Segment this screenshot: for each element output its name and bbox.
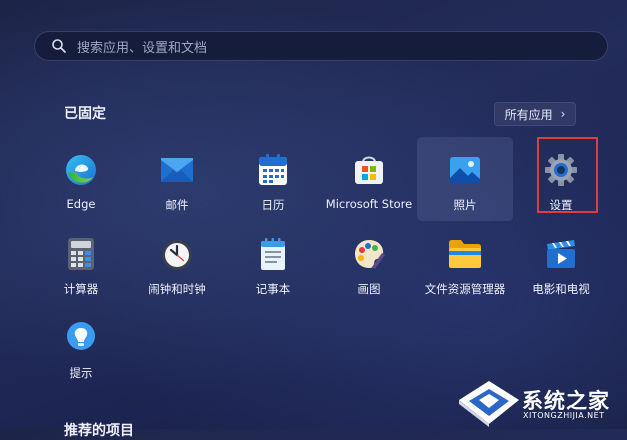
app-tile-edge[interactable]: Edge — [33, 142, 129, 226]
search-box[interactable]: 搜索应用、设置和文档 — [34, 31, 608, 61]
app-label: 记事本 — [255, 282, 291, 296]
notepad-icon — [255, 236, 291, 272]
movies-icon — [543, 236, 579, 272]
all-apps-button[interactable]: 所有应用 › — [494, 102, 576, 126]
clock-icon — [159, 236, 195, 272]
search-icon — [51, 38, 67, 54]
paint-icon — [351, 236, 387, 272]
folder-icon — [447, 236, 483, 272]
calculator-icon — [63, 236, 99, 272]
app-tile-calendar[interactable]: 日历 — [225, 142, 321, 226]
app-tile-clock[interactable]: 闹钟和时钟 — [129, 226, 225, 310]
watermark-logo-icon — [459, 381, 519, 427]
app-label: 提示 — [69, 366, 93, 380]
app-label: Microsoft Store — [325, 197, 413, 211]
app-label: 画图 — [357, 282, 381, 296]
search-placeholder: 搜索应用、设置和文档 — [77, 40, 208, 56]
app-label: 电影和电视 — [532, 282, 590, 296]
app-label: 日历 — [261, 198, 285, 212]
store-icon — [351, 152, 387, 188]
mail-icon — [159, 152, 195, 188]
app-tile-mail[interactable]: 邮件 — [129, 142, 225, 226]
app-tile-file-explorer[interactable]: 文件资源管理器 — [417, 226, 513, 310]
app-label: 邮件 — [165, 198, 189, 212]
app-label: 照片 — [453, 198, 477, 212]
recommended-section-title: 推荐的项目 — [64, 423, 134, 439]
app-label: 文件资源管理器 — [424, 282, 506, 296]
all-apps-label: 所有应用 — [504, 107, 553, 122]
app-label: 闹钟和时钟 — [148, 282, 206, 296]
pinned-section-title: 已固定 — [64, 106, 106, 122]
settings-highlight-box — [537, 137, 598, 213]
app-tile-movies[interactable]: 电影和电视 — [513, 226, 609, 310]
app-tile-calculator[interactable]: 计算器 — [33, 226, 129, 310]
app-tile-notepad[interactable]: 记事本 — [225, 226, 321, 310]
app-tile-store[interactable]: Microsoft Store — [321, 142, 417, 226]
photos-icon — [447, 152, 483, 188]
edge-icon — [63, 152, 99, 188]
app-label: 计算器 — [63, 282, 99, 296]
calendar-icon — [255, 152, 291, 188]
watermark-url: XITONGZHIJIA.NET — [523, 411, 605, 420]
site-watermark: 系统之家 XITONGZHIJIA.NET — [457, 378, 627, 429]
chevron-right-icon: › — [560, 107, 566, 121]
app-tile-tips[interactable]: 提示 — [33, 310, 129, 394]
app-label: Edge — [66, 197, 96, 211]
tips-icon — [63, 320, 99, 356]
app-tile-paint[interactable]: 画图 — [321, 226, 417, 310]
app-tile-photos[interactable]: 照片 — [417, 137, 513, 221]
